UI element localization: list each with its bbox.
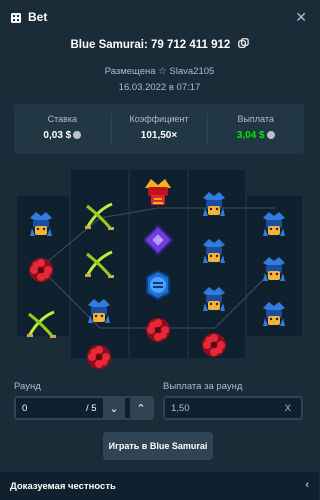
coin-icon — [266, 131, 275, 139]
round-label: Раунд — [14, 381, 41, 392]
gem-purple-icon — [141, 223, 175, 257]
game-title-text: Blue Samurai: 79 712 411 912 — [70, 39, 231, 52]
samurai-blue-icon — [24, 208, 58, 242]
payout-round-value: 1,50 — [171, 402, 190, 414]
payout-value-wrap: 3,04 $ — [207, 130, 304, 141]
samurai-blue-icon — [257, 253, 291, 287]
payout-stat: Выплата 3,04 $ — [207, 104, 304, 154]
round-value: 0 — [22, 402, 28, 414]
multiplier-value: 101,50× — [140, 130, 178, 141]
sword-green-icon — [24, 308, 58, 342]
flower-red-icon — [24, 253, 58, 287]
username-link[interactable]: Slava2105 — [169, 66, 214, 77]
samurai-blue-icon — [257, 208, 291, 242]
modal-header: Bet ✕ — [0, 0, 319, 34]
bet-stats-panel: Ставка 0,03 $ Коэффициент 101,50× Выплат… — [14, 104, 304, 154]
payout-value: 3,04 $ — [236, 130, 265, 141]
samurai-blue-icon — [197, 235, 231, 269]
provably-fair-footer[interactable]: Доказуемая честность ‹ — [0, 472, 319, 500]
play-game-button[interactable]: Играть в Blue Samurai — [103, 432, 213, 460]
stake-stat: Ставка 0,03 $ — [14, 104, 111, 154]
payout-label: Выплата — [237, 114, 274, 124]
round-increase-button[interactable]: ⌃ — [130, 396, 152, 420]
multiplier-x-icon: X — [284, 402, 291, 414]
stake-value: 0,03 $ — [43, 130, 72, 141]
samurai-blue-icon — [82, 295, 116, 329]
placed-by: Размещена ☆ Slava2105 — [0, 66, 319, 77]
chevron-left-icon[interactable]: ‹ — [305, 479, 309, 491]
samurai-blue-icon — [257, 298, 291, 332]
modal-title: Bet — [28, 10, 48, 24]
flower-red-icon — [82, 340, 116, 374]
payout-round-field: 1,50 X — [163, 396, 303, 420]
provably-fair-label: Доказуемая честность — [10, 480, 116, 492]
round-decrease-button[interactable]: ⌄ — [103, 396, 125, 420]
flower-red-icon — [141, 313, 175, 347]
placed-label: Размещена — [104, 66, 156, 77]
samurai-blue-icon — [197, 188, 231, 222]
payout-round-label: Выплата за раунд — [163, 381, 243, 392]
coin-blue-icon — [141, 268, 175, 302]
sword-green-icon — [82, 248, 116, 282]
flower-red-icon — [197, 328, 231, 362]
close-icon[interactable]: ✕ — [295, 9, 307, 26]
multiplier-label: Коэффициент — [129, 114, 189, 124]
game-title: Blue Samurai: 79 712 411 912 — [0, 38, 319, 52]
stake-value-wrap: 0,03 $ — [14, 130, 111, 141]
coin-icon — [73, 131, 82, 139]
bet-slip-icon — [10, 11, 22, 23]
round-total: / 5 — [86, 402, 97, 414]
copy-link-icon[interactable] — [237, 38, 249, 52]
multiplier-stat: Коэффициент 101,50× — [110, 104, 208, 154]
samurai-blue-icon — [197, 283, 231, 317]
slot-reels — [0, 168, 319, 369]
star-icon: ☆ — [158, 66, 167, 77]
stake-label: Ставка — [47, 114, 78, 124]
bet-date: 16.03.2022 в 07:17 — [118, 82, 201, 93]
samurai-red-helmet-icon — [141, 176, 175, 210]
sword-green-icon — [82, 200, 116, 234]
